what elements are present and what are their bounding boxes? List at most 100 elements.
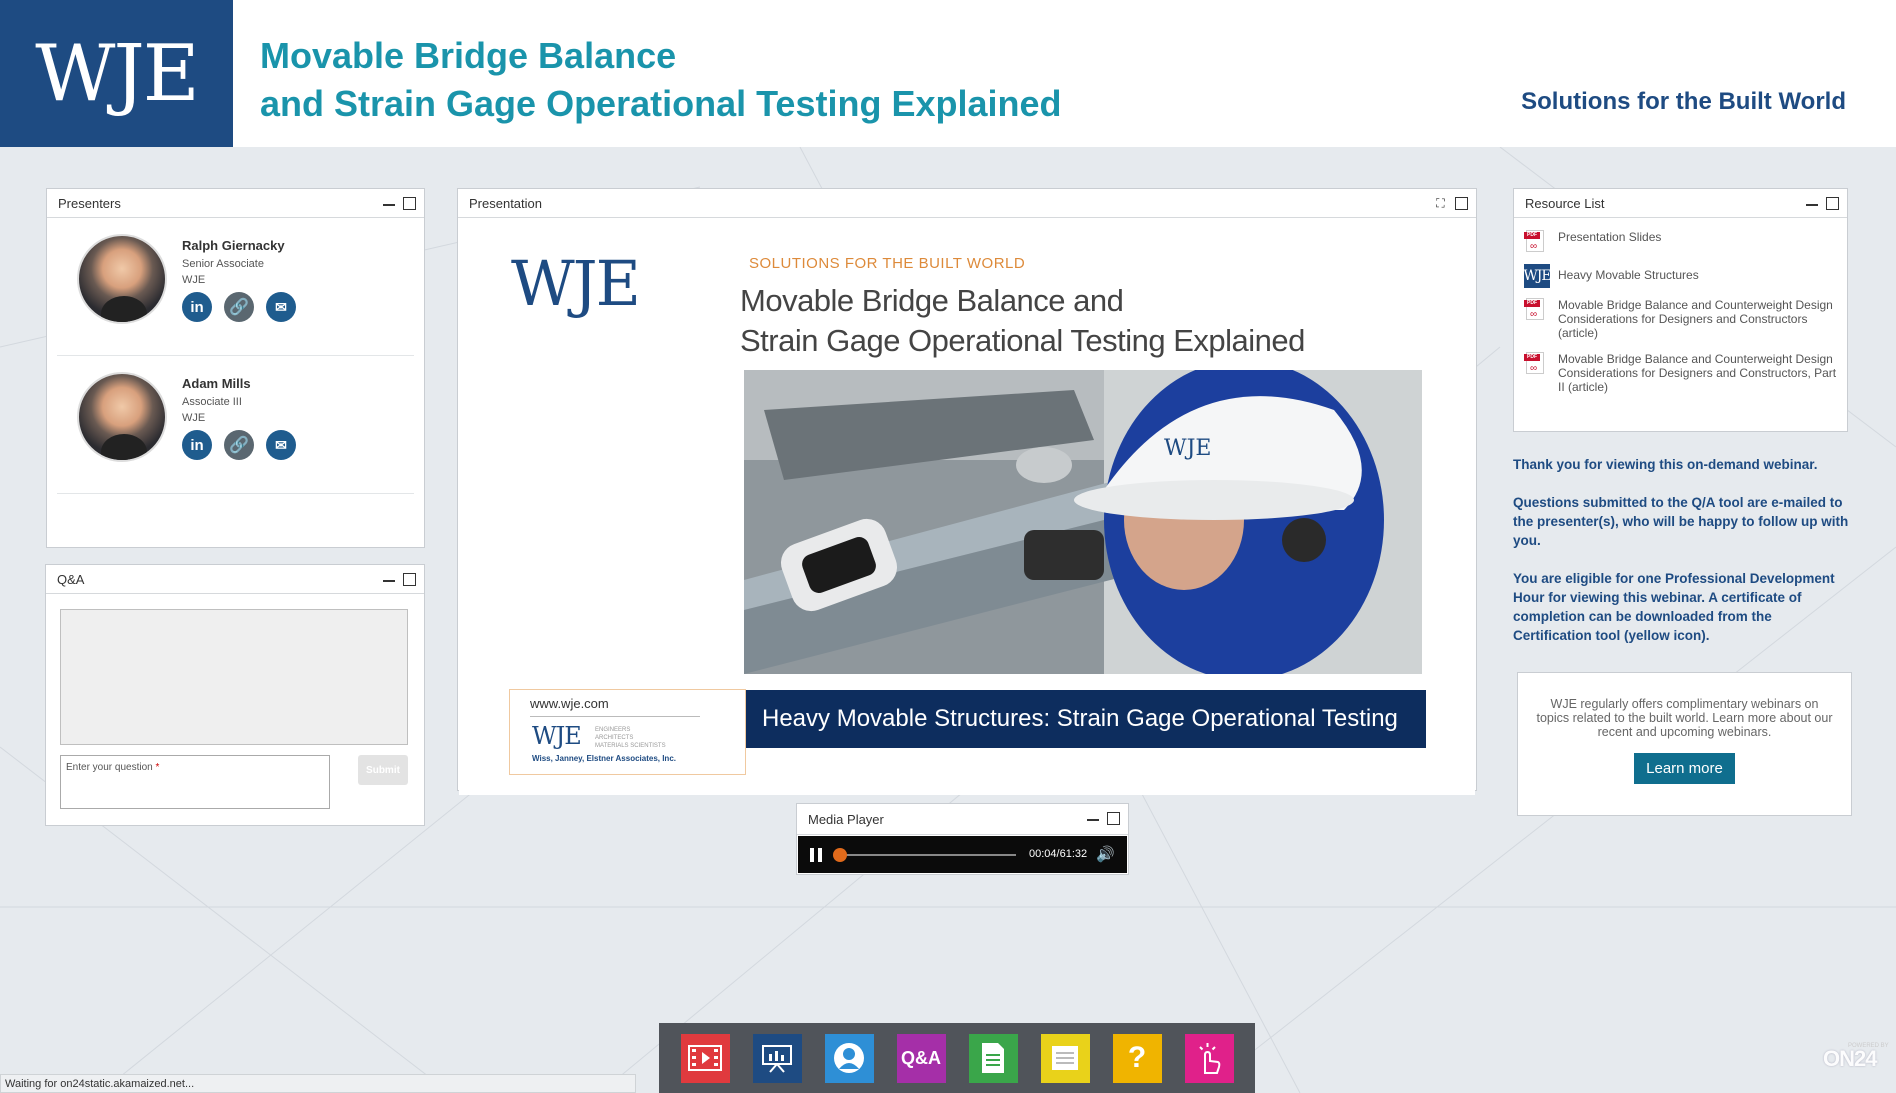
promo-text: WJE regularly offers complimentary webin… — [1536, 697, 1833, 739]
pdf-icon: PDF ∞ — [1524, 298, 1544, 320]
logo-text: WJE — [35, 28, 199, 119]
slide-footer-card: www.wje.com WJE ENGINEERS ARCHITECTS MAT… — [509, 689, 746, 775]
page-header: WJE Movable Bridge Balance and Strain Ga… — [0, 0, 1896, 147]
resource-panel-header[interactable]: Resource List — [1514, 189, 1847, 218]
notes-tool-icon[interactable] — [1040, 1033, 1090, 1083]
presenters-panel-header[interactable]: Presenters — [47, 189, 424, 218]
panel-title: Q&A — [57, 571, 85, 587]
footer-sub-3: MATERIALS SCIENTISTS — [595, 743, 666, 749]
panel-title: Presentation — [469, 195, 542, 211]
presenter-role: Senior Associate — [182, 258, 264, 270]
presenter-role: Associate III — [182, 396, 242, 408]
presenter-name: Adam Mills — [182, 376, 251, 391]
playback-time: 00:04/61:32 — [1029, 848, 1088, 860]
info-thanks: Thank you for viewing this on-demand web… — [1513, 457, 1818, 472]
slide-canvas: WJE SOLUTIONS FOR THE BUILT WORLD Movabl… — [459, 219, 1475, 795]
linkedin-icon[interactable]: in — [182, 430, 212, 460]
wje-logo: WJE — [0, 0, 233, 147]
presenters-panel: Presenters Ralph Giernacky Senior Associ… — [46, 188, 425, 548]
tool-dock: Q&A ? — [659, 1023, 1255, 1093]
presentation-panel: Presentation ⛶ WJE SOLUTIONS FOR THE BUI… — [457, 188, 1477, 795]
title-line-2: and Strain Gage Operational Testing Expl… — [260, 83, 1062, 124]
qa-panel-header[interactable]: Q&A — [46, 565, 424, 594]
resource-item[interactable]: PDF ∞ Movable Bridge Balance and Counterw… — [1514, 292, 1847, 346]
qa-tool-icon[interactable]: Q&A — [896, 1033, 946, 1083]
presenter-avatar — [77, 234, 167, 324]
presenter-org: WJE — [182, 412, 206, 424]
link-icon[interactable]: 🔗 — [224, 430, 254, 460]
panel-title: Media Player — [808, 811, 884, 827]
submit-button[interactable]: Submit — [358, 755, 408, 785]
slide-banner: Heavy Movable Structures: Strain Gage Op… — [746, 690, 1426, 748]
panel-title: Presenters — [58, 195, 121, 211]
footer-firm-name: Wiss, Janney, Elstner Associates, Inc. — [532, 754, 676, 763]
webinar-promo-box: WJE regularly offers complimentary webin… — [1517, 672, 1852, 816]
presentation-panel-header[interactable]: Presentation ⛶ — [458, 189, 1476, 218]
media-controls: 00:04/61:32 🔊 — [798, 836, 1127, 873]
resource-item[interactable]: PDF ∞ Movable Bridge Balance and Counterw… — [1514, 346, 1847, 400]
slide-title-line-1: Movable Bridge Balance and — [740, 283, 1124, 318]
maximize-icon[interactable] — [403, 573, 416, 586]
browser-status-bar: Waiting for on24static.akamaized.net... — [0, 1074, 636, 1093]
seek-thumb[interactable] — [833, 848, 847, 862]
certificate-tool-icon[interactable] — [1184, 1033, 1234, 1083]
linkedin-icon[interactable]: in — [182, 292, 212, 322]
presenter-name: Ralph Giernacky — [182, 238, 285, 253]
media-panel-header[interactable]: Media Player — [797, 804, 1128, 835]
minimize-icon[interactable] — [383, 198, 395, 210]
info-questions: Questions submitted to the Q/A tool are … — [1513, 495, 1849, 548]
qa-tool-label: Q&A — [901, 1047, 941, 1068]
footer-subtitle: ENGINEERS ARCHITECTS MATERIALS SCIENTIST… — [595, 726, 666, 750]
slide-logo: WJE — [511, 247, 641, 320]
seek-track[interactable] — [836, 854, 1016, 856]
presenter-org: WJE — [182, 274, 206, 286]
pdf-icon: PDF ∞ — [1524, 352, 1544, 374]
qa-history-box[interactable] — [60, 609, 408, 745]
slides-tool-icon[interactable] — [752, 1033, 802, 1083]
engineer-photo-illustration: WJE — [744, 370, 1422, 674]
resource-label: Heavy Movable Structures — [1558, 268, 1699, 282]
maximize-icon[interactable] — [1826, 197, 1839, 210]
footer-divider — [530, 716, 700, 717]
footer-logo: WJE — [532, 722, 582, 750]
panel-title: Resource List — [1525, 195, 1605, 211]
qa-panel: Q&A Enter your question * Submit — [45, 564, 425, 826]
header-tagline: Solutions for the Built World — [1521, 88, 1846, 115]
volume-icon[interactable]: 🔊 — [1096, 845, 1115, 863]
minimize-icon[interactable] — [1806, 198, 1818, 210]
resource-label: Presentation Slides — [1558, 230, 1662, 244]
resource-label: Movable Bridge Balance and Counterweight… — [1558, 352, 1837, 394]
slide-title: Movable Bridge Balance and Strain Gage O… — [740, 281, 1305, 361]
media-player-panel: Media Player 00:04/61:32 🔊 — [796, 803, 1129, 875]
link-icon[interactable]: 🔗 — [224, 292, 254, 322]
maximize-icon[interactable] — [1455, 197, 1468, 210]
webinar-title: Movable Bridge Balance and Strain Gage O… — [260, 32, 1062, 128]
slide-tagline: SOLUTIONS FOR THE BUILT WORLD — [749, 255, 1026, 272]
resource-item[interactable]: PDF ∞ Presentation Slides — [1514, 224, 1847, 258]
maximize-icon[interactable] — [1107, 812, 1120, 825]
email-icon[interactable]: ✉ — [266, 292, 296, 322]
help-tool-icon[interactable]: ? — [1112, 1033, 1162, 1083]
resources-tool-icon[interactable] — [968, 1033, 1018, 1083]
on24-logo: ON24 — [1823, 1046, 1877, 1071]
wje-logo-icon: WJE — [1523, 264, 1552, 288]
resource-item[interactable]: WJE Heavy Movable Structures — [1514, 258, 1847, 292]
question-input[interactable]: Enter your question * — [60, 755, 330, 809]
email-icon[interactable]: ✉ — [266, 430, 296, 460]
minimize-icon[interactable] — [383, 574, 395, 586]
resource-label: Movable Bridge Balance and Counterweight… — [1558, 298, 1833, 340]
media-player-tool-icon[interactable] — [680, 1033, 730, 1083]
pdf-icon: PDF ∞ — [1524, 230, 1544, 252]
hardhat-logo-text: WJE — [1164, 436, 1212, 461]
footer-sub-1: ENGINEERS — [595, 727, 631, 733]
slide-footer-url: www.wje.com — [530, 696, 609, 711]
footer-sub-2: ARCHITECTS — [595, 735, 634, 741]
help-tool-label: ? — [1127, 1041, 1147, 1074]
maximize-icon[interactable] — [403, 197, 416, 210]
resource-list-panel: Resource List PDF ∞ Presentation Slides W… — [1513, 188, 1848, 432]
minimize-icon[interactable] — [1087, 813, 1099, 825]
learn-more-button[interactable]: Learn more — [1634, 753, 1735, 784]
presenters-tool-icon[interactable] — [824, 1033, 874, 1083]
fullscreen-icon[interactable]: ⛶ — [1434, 197, 1447, 210]
pause-icon[interactable] — [810, 848, 822, 862]
